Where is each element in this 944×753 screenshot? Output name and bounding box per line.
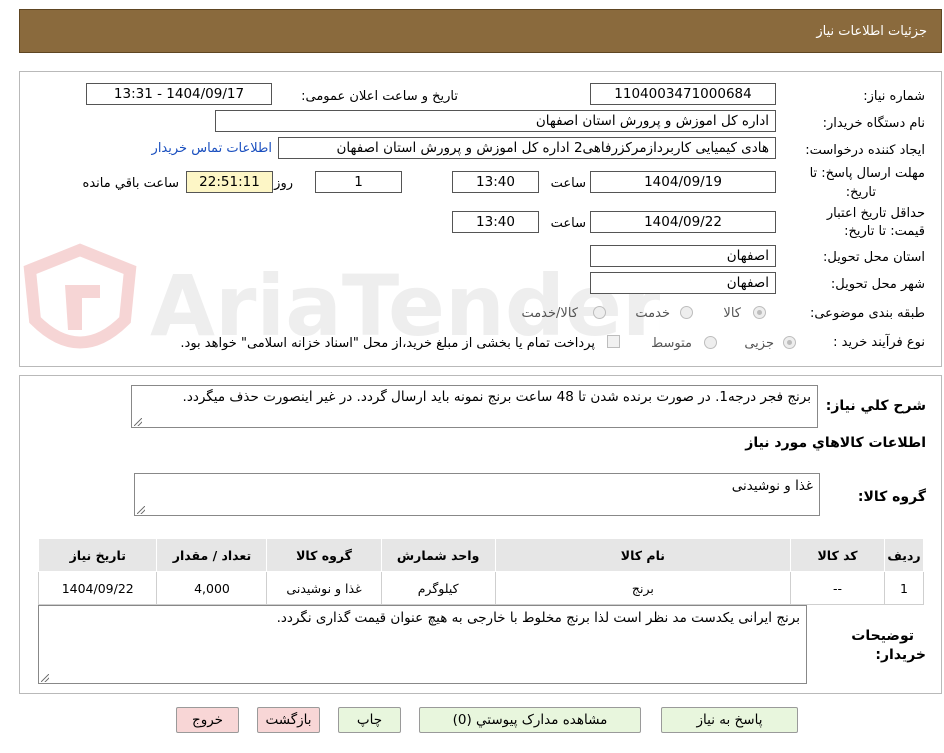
deadline-date-field: 1404/09/19 [590,171,776,193]
remaining-label: ساعت باقي مانده [82,176,179,191]
buyer-org-field: اداره کل اموزش و پرورش استان اصفهان [215,110,776,132]
back-button[interactable]: بازگشت [257,707,320,733]
resize-grip-icon[interactable] [41,674,49,682]
col-header-unit: واحد شمارش [380,538,496,572]
summary-label: شرح کلي نياز: [825,398,926,414]
summary-textarea[interactable]: برنج فجر درجه1. در صورت برنده شدن تا 48 … [131,385,818,428]
days-remaining-field: 1 [315,171,402,193]
validity-time-field: 13:40 [452,211,539,233]
col-header-item-code: کد کالا [790,538,886,572]
city-field: اصفهان [590,272,776,294]
shield-icon [23,243,137,349]
category-option-service: خدمت [635,306,670,321]
resize-grip-icon[interactable] [137,506,145,514]
print-button[interactable]: چاپ [338,707,401,733]
summary-text: برنج فجر درجه1. در صورت برنده شدن تا 48 … [182,389,811,405]
exit-button[interactable]: خروج [176,707,239,733]
resize-grip-icon[interactable] [134,418,142,426]
category-radio-goods[interactable] [753,306,766,319]
requester-label: ایجاد کننده درخواست: [805,143,925,158]
cell-item-name: برنج [494,571,792,605]
remaining-time-field: 22:51:11 [186,171,273,193]
col-header-item-name: نام کالا [494,538,792,572]
col-header-need-date: تاریخ نیاز [37,538,158,572]
goods-group-value: غذا و نوشیدنی [731,478,813,494]
deadline-label: مهلت ارسال پاسخ: تا [809,166,925,181]
process-radio-minor[interactable] [783,336,796,349]
attachments-button[interactable]: مشاهده مدارک پیوستي (0) [419,707,641,733]
category-label: طبقه بندی موضوعی: [809,306,925,321]
buyer-contact-link[interactable]: اطلاعات تماس خریدار [152,141,272,156]
goods-section-title: اطلاعات كالاهاي مورد نياز [745,435,926,451]
cell-row-number: 1 [884,571,924,605]
validity-label-date: قیمت: تا تاریخ: [844,224,925,239]
category-radio-both[interactable] [593,306,606,319]
goods-group-field: غذا و نوشیدنی [134,473,820,516]
items-table-header: ردیف کد کالا نام کالا واحد شمارش گروه کا… [37,538,924,572]
col-header-quantity: تعداد / مقدار [156,538,268,572]
buyer-notes-textarea[interactable]: برنج ایرانی یکدست مد نظر است لذا برنج مخ… [38,605,807,684]
buyer-notes-label: توضیحات [851,628,914,644]
buyer-notes-text: برنج ایرانی یکدست مد نظر است لذا برنج مخ… [276,610,800,626]
cell-item-code: -- [790,571,886,605]
buyer-org-label: نام دستگاه خریدار: [822,116,925,131]
treasury-payment-note: پرداخت تمام یا بخشی از مبلغ خرید،از محل … [180,336,595,351]
cell-unit: کیلوگرم [380,571,496,605]
cell-need-date: 1404/09/22 [37,571,158,605]
requester-field: هادی کیمیایی کاربردازمرکزرفاهی2 اداره کل… [278,137,776,159]
cell-group: غذا و نوشیدنی [266,571,382,605]
deadline-time-label: ساعت [550,176,586,191]
treasury-payment-checkbox[interactable] [607,335,620,348]
col-header-row-number: ردیف [884,538,924,572]
announce-date-label: تاریخ و ساعت اعلان عمومی: [301,89,458,104]
validity-date-field: 1404/09/22 [590,211,776,233]
col-header-group: گروه کالا [266,538,382,572]
reply-button[interactable]: پاسخ به نیاز [661,707,798,733]
province-field: اصفهان [590,245,776,267]
deadline-label-date: تاریخ: [845,185,876,200]
cell-quantity: 4,000 [156,571,268,605]
announce-date-field: 1404/09/17 - 13:31 [86,83,272,105]
buyer-notes-label-2: خریدار: [875,647,926,663]
process-type-label: نوع فرآیند خرید : [833,335,925,350]
validity-label: حداقل تاریخ اعتبار [826,206,925,221]
goods-group-label: گروه کالا: [857,489,926,505]
city-label: شهر محل تحویل: [830,277,925,292]
need-number-field: 1104003471000684 [590,83,776,105]
process-option-medium: متوسط [651,336,692,351]
table-row: 1 -- برنج کیلوگرم غذا و نوشیدنی 4,000 14… [37,571,924,605]
process-option-minor: جزیی [744,336,774,351]
items-table: ردیف کد کالا نام کالا واحد شمارش گروه کا… [37,538,924,605]
category-option-both: کالا/خدمت [521,306,578,321]
page-header: جزئیات اطلاعات نیاز [19,9,942,53]
category-radio-service[interactable] [680,306,693,319]
category-option-goods: کالا [723,306,741,321]
validity-time-label: ساعت [550,216,586,231]
province-label: استان محل تحویل: [823,250,925,265]
deadline-time-field: 13:40 [452,171,539,193]
page-title: جزئیات اطلاعات نیاز [816,24,927,39]
need-number-label: شماره نیاز: [863,89,925,104]
process-radio-medium[interactable] [704,336,717,349]
